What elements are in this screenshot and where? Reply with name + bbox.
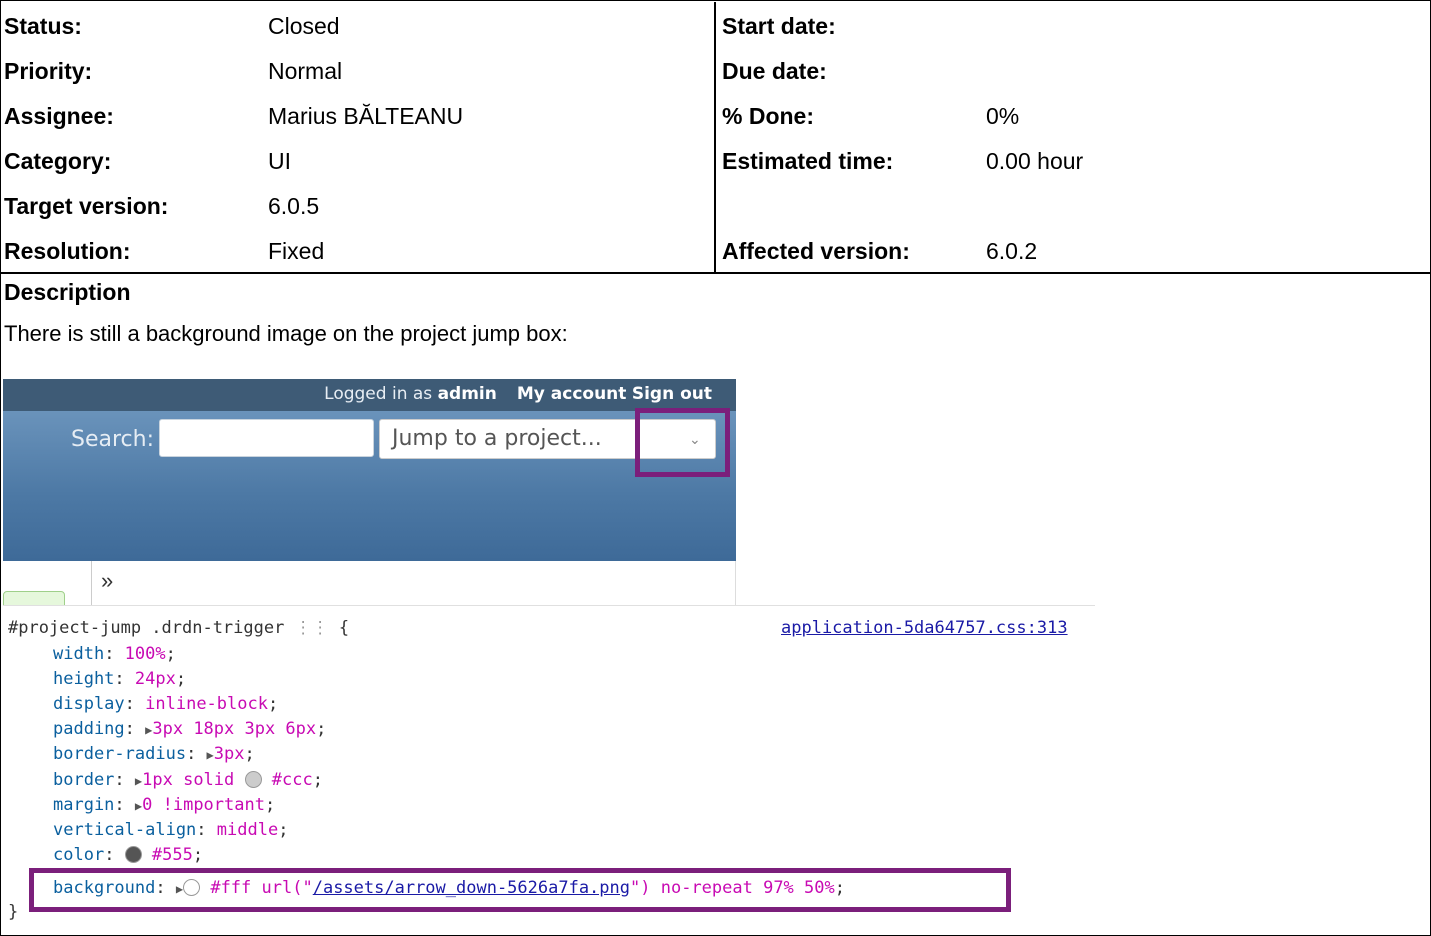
css-prop: vertical-align: [53, 820, 197, 840]
css-prop: color: [53, 845, 105, 865]
attribute-empty: [1, 184, 1421, 229]
screenshot-header: Search: Jump to a project... ⌄: [3, 411, 736, 561]
css-declaration: width: 100%;: [53, 644, 176, 664]
css-source-link[interactable]: application-5da64757.css:313: [781, 618, 1068, 638]
column-divider: [714, 2, 716, 272]
screenshot-account-bar: Logged in as admin My account Sign out: [324, 384, 712, 404]
screenshot-jump-placeholder: Jump to a project...: [392, 426, 602, 451]
grip-icon: ⋮⋮: [294, 618, 329, 638]
attribute-label: Affected version:: [722, 238, 910, 264]
css-prop: display: [53, 694, 125, 714]
css-rule-code-block: #project-jump .drdn-trigger ⋮⋮ { applica…: [3, 605, 1095, 925]
section-divider: [1, 272, 1431, 274]
sign-out-link: Sign out: [631, 384, 712, 404]
description-text: There is still a background image on the…: [4, 321, 568, 346]
expand-triangle-icon[interactable]: ▶: [207, 748, 214, 762]
screenshot-search-input: [159, 419, 374, 457]
attribute-label: Start date:: [722, 13, 836, 39]
css-value: 24px: [134, 669, 176, 689]
css-declaration: display: inline-block;: [53, 694, 279, 714]
css-prop: border-radius: [53, 744, 187, 764]
css-declaration: border: ▶1px solid #ccc;: [53, 770, 323, 790]
screenshot-highlight-box: [635, 408, 730, 477]
attribute-label: Estimated time:: [722, 148, 894, 174]
css-declaration: color: #555;: [53, 845, 204, 865]
css-value: 3px: [213, 744, 245, 764]
screenshot-top-menu: Logged in as admin My account Sign out: [3, 379, 736, 411]
attribute-label: Due date:: [722, 58, 827, 84]
logged-in-prefix: Logged in as: [324, 384, 433, 404]
attribute-affected-version: Affected version: 6.0.2: [1, 229, 1421, 274]
color-swatch[interactable]: [244, 771, 262, 788]
css-color-value: #ccc: [271, 770, 313, 790]
attribute-due-date: Due date:: [1, 49, 1421, 94]
css-prop: height: [53, 669, 115, 689]
attribute-value: 0.00 hour: [986, 148, 1084, 174]
screenshot-main-menu: »: [3, 561, 736, 605]
css-declaration: vertical-align: middle;: [53, 820, 289, 840]
code-highlight-box: [29, 868, 1011, 912]
css-value: middle: [216, 820, 279, 840]
css-declaration: padding: ▶3px 18px 3px 6px;: [53, 719, 327, 739]
screenshot-search-label: Search:: [71, 427, 154, 452]
attribute-done-ratio: % Done: 0%: [1, 94, 1421, 139]
issue-attributes-box: Status: Closed Priority: Normal Assignee…: [0, 0, 1431, 936]
attribute-estimated-time: Estimated time: 0.00 hour: [1, 139, 1421, 184]
css-selector: #project-jump .drdn-trigger: [8, 618, 285, 638]
attribute-value: 0%: [986, 103, 1020, 129]
css-declaration: margin: ▶0 !important;: [53, 795, 276, 815]
double-chevron-icon: »: [101, 568, 114, 593]
css-value: 3px 18px 3px 6px: [152, 719, 317, 739]
my-account-link: My account: [516, 384, 627, 404]
css-declaration: height: 24px;: [53, 669, 187, 689]
screenshot-separator: [91, 561, 92, 605]
css-color-value: #555: [151, 845, 193, 865]
css-selector-line: #project-jump .drdn-trigger ⋮⋮ {: [8, 618, 350, 638]
css-prop: margin: [53, 795, 115, 815]
attribute-start-date: Start date:: [1, 4, 1421, 49]
css-declaration: border-radius: ▶3px;: [53, 744, 255, 764]
logged-in-user: admin: [437, 384, 497, 404]
screenshot-tab: [3, 591, 65, 605]
css-value: inline-block: [145, 694, 268, 714]
css-value: 1px solid: [142, 770, 235, 790]
attribute-value: 6.0.2: [986, 238, 1038, 264]
color-swatch[interactable]: [124, 846, 142, 863]
description-heading: Description: [4, 279, 131, 305]
embedded-screenshot: Logged in as admin My account Sign out Se…: [3, 379, 736, 605]
css-value: 0 !important: [142, 795, 265, 815]
css-prop: border: [53, 770, 115, 790]
css-value: 100%: [124, 644, 166, 664]
attribute-label: % Done:: [722, 103, 814, 129]
css-prop: padding: [53, 719, 125, 739]
css-close-brace: }: [8, 902, 19, 922]
css-prop: width: [53, 644, 105, 664]
